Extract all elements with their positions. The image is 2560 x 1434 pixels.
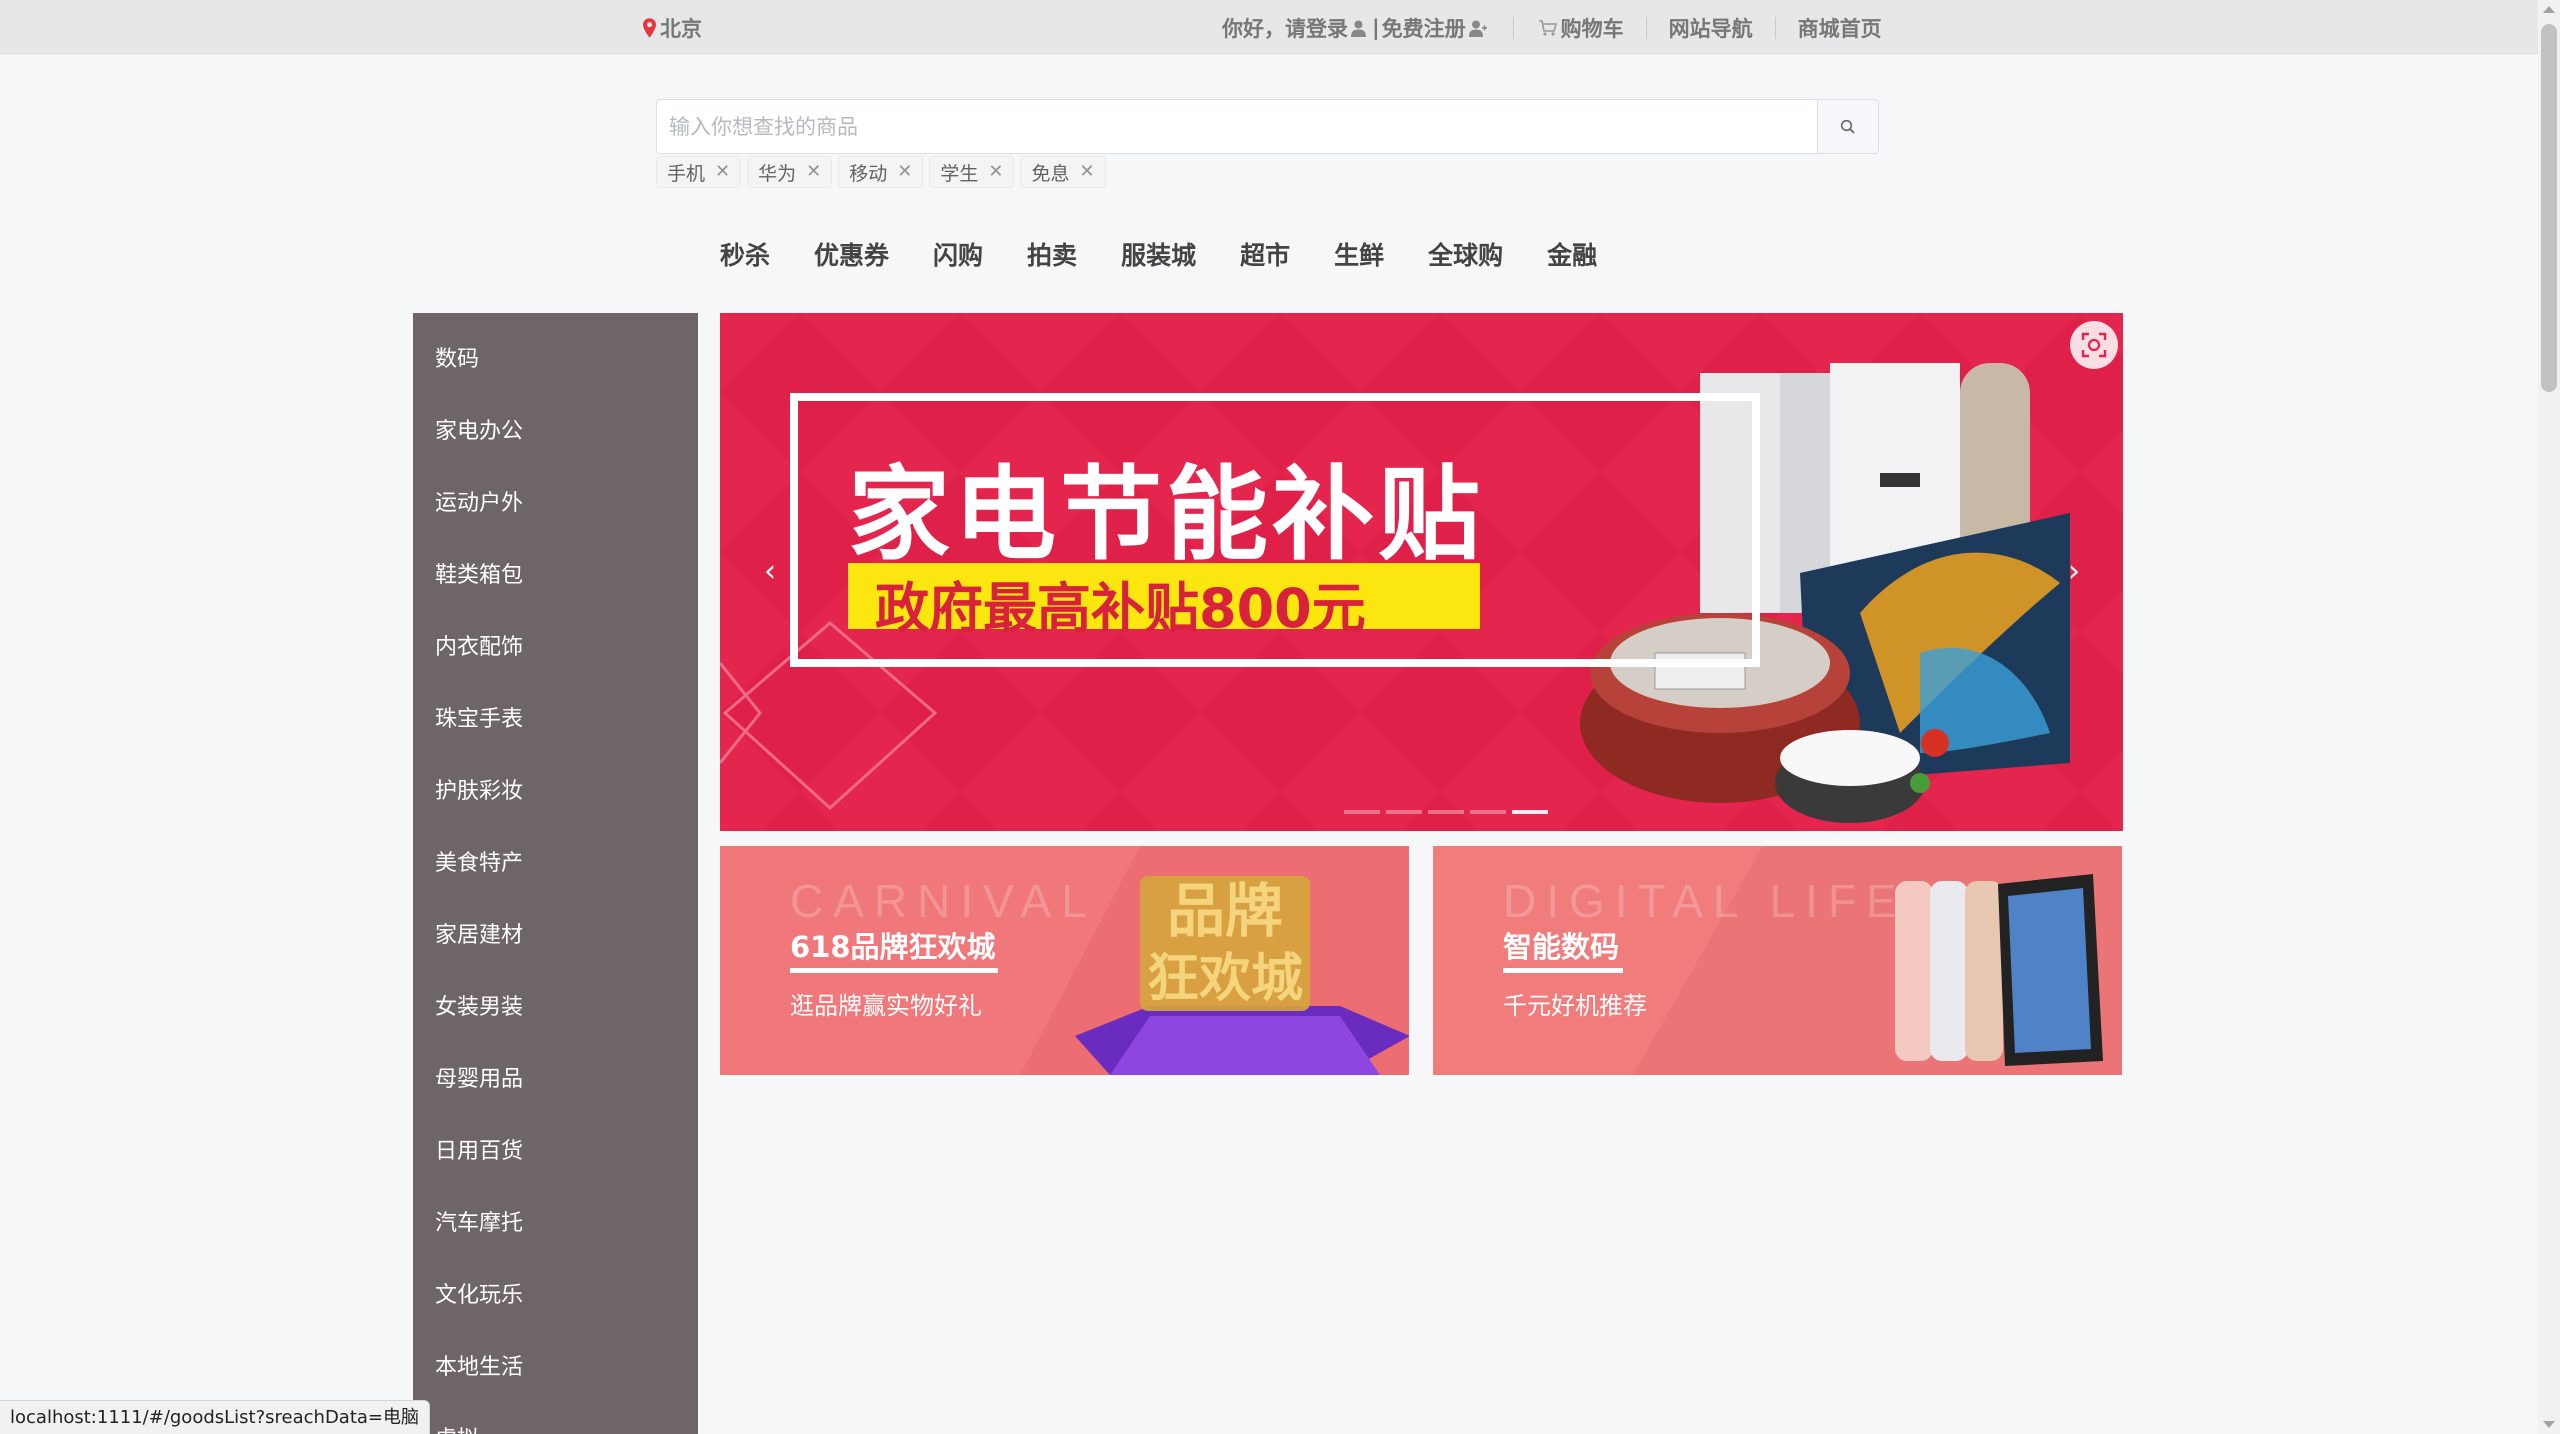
tag-label: 华为 <box>758 162 797 185</box>
category-sidebar: 数码 家电办公 运动户外 鞋类箱包 内衣配饰 珠宝手表 护肤彩妆 美食特产 家居… <box>413 313 698 1434</box>
top-links: 你好，请 登录 | 免费注册 购物车 网站导航 商城首页 <box>1222 13 1882 43</box>
banner-subline: 政府最高补贴800元 <box>875 577 1366 640</box>
nav-item-flash-sale[interactable]: 闪购 <box>933 236 983 272</box>
greeting-text: 你好，请 <box>1222 17 1306 41</box>
search-tag[interactable]: 免息 ✕ <box>1020 156 1106 188</box>
nav-item-seckill[interactable]: 秒杀 <box>720 236 770 272</box>
search-tag[interactable]: 移动 ✕ <box>838 156 924 188</box>
scan-icon <box>2081 332 2107 358</box>
site-nav-link[interactable]: 网站导航 <box>1669 13 1753 43</box>
carousel-dot[interactable] <box>1428 810 1464 814</box>
promo-ghost-text: CARNIVAL <box>790 875 1097 927</box>
sidebar-item-daily[interactable]: 日用百货 <box>413 1116 698 1188</box>
carousel-prev-button[interactable]: ‹ <box>752 554 788 590</box>
promo-underline <box>1503 968 1623 973</box>
sidebar-item-jewelry[interactable]: 珠宝手表 <box>413 684 698 756</box>
user-icon <box>1351 20 1366 37</box>
sidebar-item-auto[interactable]: 汽车摩托 <box>413 1188 698 1260</box>
search-input[interactable] <box>656 99 1817 154</box>
carousel-next-button[interactable]: › <box>2056 554 2092 590</box>
promo-title: 智能数码 <box>1503 930 1620 964</box>
nav-item-finance[interactable]: 金融 <box>1547 236 1597 272</box>
sidebar-item-shoes-bags[interactable]: 鞋类箱包 <box>413 540 698 612</box>
separator <box>1512 17 1514 39</box>
search-icon <box>1840 119 1855 134</box>
carousel-dot-active[interactable] <box>1512 810 1548 814</box>
close-icon[interactable]: ✕ <box>897 163 912 181</box>
search-button[interactable] <box>1817 99 1879 154</box>
sidebar-item-virtual[interactable]: 虚拟 <box>413 1404 698 1434</box>
login-link[interactable]: 登录 <box>1306 13 1348 43</box>
cart-icon <box>1538 20 1557 36</box>
main-nav: 秒杀 优惠券 闪购 拍卖 服装城 超市 生鲜 全球购 金融 <box>720 236 1641 272</box>
nav-item-global[interactable]: 全球购 <box>1428 236 1503 272</box>
separator <box>1645 17 1647 39</box>
scan-button[interactable] <box>2070 321 2118 369</box>
tag-label: 学生 <box>940 162 979 185</box>
user-plus-icon <box>1468 20 1487 37</box>
sidebar-item-beauty[interactable]: 护肤彩妆 <box>413 756 698 828</box>
sidebar-item-digital[interactable]: 数码 <box>413 324 698 396</box>
nav-item-supermarket[interactable]: 超市 <box>1240 236 1290 272</box>
close-icon[interactable]: ✕ <box>715 163 730 181</box>
nav-item-apparel[interactable]: 服装城 <box>1121 236 1196 272</box>
close-icon[interactable]: ✕ <box>1079 163 1094 181</box>
sidebar-item-clothing[interactable]: 女装男装 <box>413 972 698 1044</box>
hero-carousel[interactable]: 家电节能补贴 政府最高补贴800元 ‹ › <box>720 313 2123 831</box>
art-text-2: 狂欢城 <box>1147 949 1303 1009</box>
nav-item-coupons[interactable]: 优惠券 <box>814 236 889 272</box>
sidebar-item-sports[interactable]: 运动户外 <box>413 468 698 540</box>
sidebar-item-local[interactable]: 本地生活 <box>413 1332 698 1404</box>
promo-banner-digital[interactable]: DIGITAL LIFE 智能数码 千元好机推荐 <box>1433 846 2122 1075</box>
sidebar-item-food[interactable]: 美食特产 <box>413 828 698 900</box>
register-link[interactable]: 免费注册 <box>1382 13 1466 43</box>
banner-headline: 家电节能补贴 <box>848 456 1484 575</box>
close-icon[interactable]: ✕ <box>806 163 821 181</box>
search-tag[interactable]: 学生 ✕ <box>929 156 1015 188</box>
sidebar-item-home[interactable]: 家居建材 <box>413 900 698 972</box>
location-label: 北京 <box>660 17 702 41</box>
art-text-1: 品牌 <box>1167 877 1283 945</box>
sidebar-item-underwear[interactable]: 内衣配饰 <box>413 612 698 684</box>
scroll-thumb[interactable] <box>2541 24 2557 392</box>
search-bar <box>656 99 1879 154</box>
separator <box>1774 17 1776 39</box>
nav-item-fresh[interactable]: 生鲜 <box>1334 236 1384 272</box>
cart-link[interactable]: 购物车 <box>1561 13 1624 43</box>
scroll-down-arrow[interactable] <box>2543 1421 2555 1428</box>
promo-desc: 逛品牌赢实物好礼 <box>790 992 982 1020</box>
page-scrollbar[interactable] <box>2538 0 2560 1434</box>
close-icon[interactable]: ✕ <box>988 163 1003 181</box>
location[interactable]: 北京 <box>643 13 702 43</box>
tag-label: 移动 <box>849 162 888 185</box>
home-link[interactable]: 商城首页 <box>1798 13 1882 43</box>
search-tag[interactable]: 华为 ✕ <box>747 156 833 188</box>
top-bar: 北京 你好，请 登录 | 免费注册 购物车 网站导航 商城首页 <box>0 0 2538 54</box>
carousel-dot[interactable] <box>1386 810 1422 814</box>
carousel-dot[interactable] <box>1470 810 1506 814</box>
promo-underline <box>790 968 998 973</box>
tag-label: 免息 <box>1031 162 1070 185</box>
carousel-indicators <box>1344 810 1548 814</box>
carousel-dot[interactable] <box>1344 810 1380 814</box>
search-tags: 手机 ✕ 华为 ✕ 移动 ✕ 学生 ✕ 免息 ✕ <box>656 156 1106 188</box>
nav-item-auction[interactable]: 拍卖 <box>1027 236 1077 272</box>
tag-label: 手机 <box>667 162 706 185</box>
scroll-up-arrow[interactable] <box>2543 6 2555 13</box>
promo-title: 618品牌狂欢城 <box>790 930 996 964</box>
sidebar-item-appliances[interactable]: 家电办公 <box>413 396 698 468</box>
promo-banner-carnival[interactable]: 品牌 狂欢城 CARNIVAL 618品牌狂欢城 逛品牌赢实物好礼 <box>720 846 1409 1075</box>
promo-desc: 千元好机推荐 <box>1503 992 1647 1020</box>
sidebar-item-baby[interactable]: 母婴用品 <box>413 1044 698 1116</box>
sidebar-item-culture[interactable]: 文化玩乐 <box>413 1260 698 1332</box>
search-tag[interactable]: 手机 ✕ <box>656 156 742 188</box>
divider: | <box>1372 16 1380 40</box>
link-status-bar: localhost:1111/#/goodsList?sreachData=电脑 <box>0 1400 431 1434</box>
promo-ghost-text: DIGITAL LIFE <box>1503 875 1907 927</box>
map-pin-icon <box>643 18 656 38</box>
